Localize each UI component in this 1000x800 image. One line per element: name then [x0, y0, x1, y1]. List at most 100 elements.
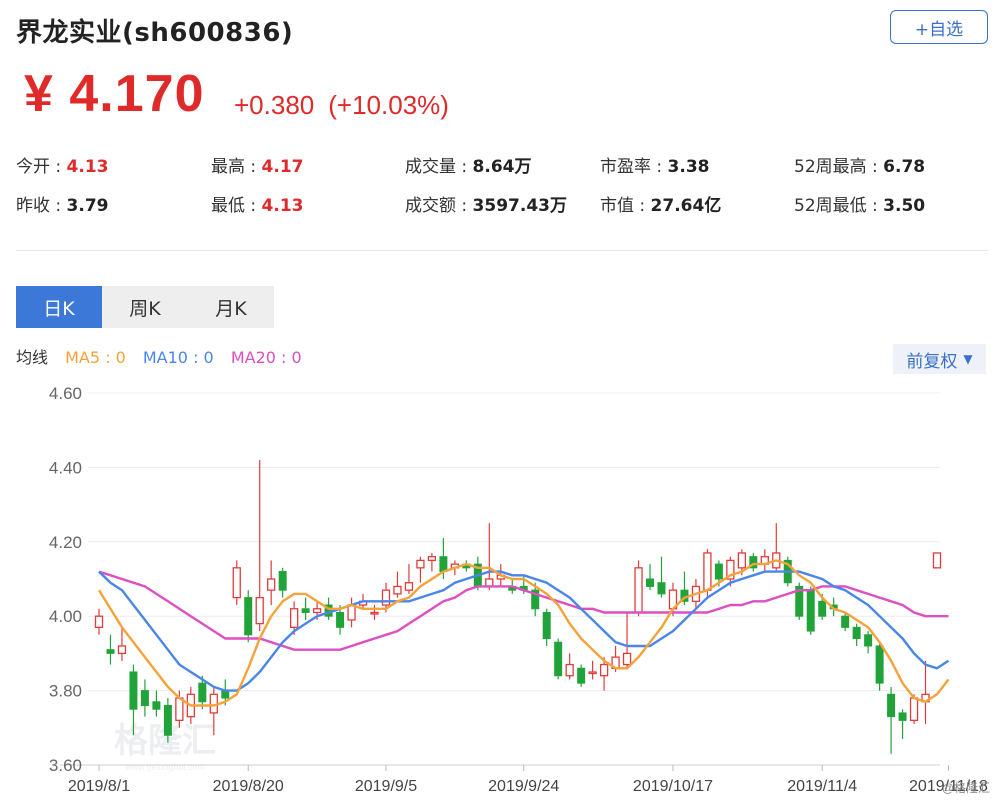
candle-body [404, 582, 414, 591]
candle [887, 686, 896, 754]
candle [404, 564, 414, 594]
candle [94, 608, 104, 635]
candle-body [864, 634, 873, 647]
candle [588, 660, 597, 680]
candle [565, 653, 574, 680]
y-tick-label: 4.00 [49, 607, 82, 626]
candle [106, 634, 115, 665]
candle-body [370, 611, 379, 615]
candle-body [806, 589, 815, 632]
candle-body [163, 704, 172, 736]
candle-body [554, 641, 563, 677]
y-tick-label: 3.80 [49, 682, 82, 701]
candle [852, 623, 861, 646]
candle-body [646, 578, 655, 587]
candle-body [565, 663, 574, 677]
candlestick-chart: 格隆汇 www.gelonghui.com 4.604.404.204.003.… [49, 384, 990, 795]
candle [244, 590, 253, 643]
candle [634, 560, 643, 617]
candle-body [198, 682, 207, 703]
candle-body [909, 697, 919, 722]
candle-body [737, 552, 746, 569]
x-axis-labels: 2019/8/1 2019/8/20 2019/9/5 2019/9/24 2019/1… [68, 765, 988, 795]
candle-body [577, 667, 586, 684]
candle [898, 709, 907, 739]
candle-body [117, 645, 127, 655]
candle-body [714, 563, 723, 580]
candle-body [94, 615, 104, 629]
candle-body [106, 649, 115, 654]
candle-body [887, 693, 896, 718]
candle-body [301, 608, 310, 613]
y-axis-labels: 4.60 4.40 4.20 4.00 3.80 3.60 [49, 384, 82, 775]
candle [864, 631, 873, 654]
candle-body [898, 712, 907, 721]
candle-body [336, 611, 345, 628]
candle-body [622, 652, 632, 666]
candle-body [932, 552, 942, 569]
candle-body [290, 608, 299, 629]
y-tick-label: 4.60 [49, 384, 82, 403]
candle-body [427, 556, 437, 562]
candle [795, 582, 804, 620]
candle-body [312, 608, 322, 614]
x-tick-label: 2019/8/20 [213, 778, 284, 795]
candle [140, 679, 149, 717]
candle [554, 638, 563, 680]
candle [152, 690, 161, 717]
candle-body [588, 671, 597, 675]
candle [772, 523, 781, 572]
x-tick-label: 2019/10/17 [633, 778, 713, 795]
candle-body [818, 600, 827, 617]
candle [749, 552, 758, 572]
candle-body [634, 567, 643, 614]
candle-body [175, 697, 184, 722]
candle-body [439, 556, 448, 573]
candle-body [255, 596, 264, 625]
candle [427, 552, 437, 572]
candle-body [703, 552, 712, 591]
candle-body [140, 690, 149, 706]
candle-body [244, 597, 253, 636]
candle [760, 549, 769, 572]
corner-watermark: @格隆汇 [942, 780, 990, 795]
candle [278, 567, 287, 598]
candle-body [852, 626, 861, 640]
y-tick-label: 4.20 [49, 533, 82, 552]
candle [577, 664, 586, 687]
candle [646, 564, 655, 591]
candle [267, 560, 276, 606]
y-tick-label: 4.40 [49, 458, 82, 477]
candle-body [542, 611, 551, 640]
candles [94, 459, 942, 754]
candle-body [393, 585, 402, 595]
x-tick-label: 2019/8/1 [68, 778, 130, 795]
candle-body [267, 578, 276, 591]
y-tick-label: 3.60 [49, 756, 82, 775]
candle [416, 556, 425, 583]
candle [921, 660, 930, 725]
candle-body [232, 567, 241, 599]
candle-body [416, 559, 425, 569]
candle-body [599, 663, 609, 677]
candle [932, 552, 942, 569]
candle [255, 459, 264, 632]
x-tick-label: 2019/9/24 [488, 778, 559, 795]
candle [657, 556, 666, 598]
candle-body [278, 571, 287, 591]
candle [393, 571, 402, 598]
x-tick-label: 2019/9/5 [355, 778, 417, 795]
candle-body [347, 604, 356, 621]
candle [347, 597, 356, 628]
candle [542, 608, 551, 646]
candle-body [875, 645, 884, 684]
x-tick-label: 2019/11/4 [787, 778, 857, 795]
candle-body [152, 701, 161, 710]
candle-body [129, 671, 138, 710]
candle-body [381, 589, 391, 606]
candle-body [657, 582, 666, 595]
candle [370, 605, 379, 620]
candle [485, 523, 494, 591]
candle [232, 560, 241, 606]
watermark-url: www.gelonghui.com [124, 762, 205, 772]
